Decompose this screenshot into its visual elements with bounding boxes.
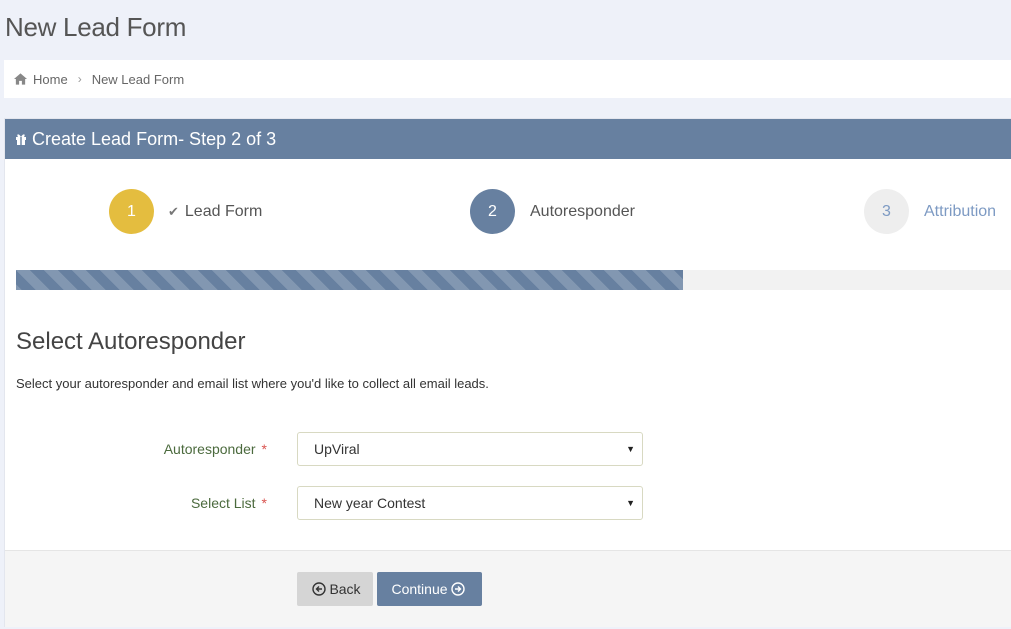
wizard-title: Create Lead Form- Step 2 of 3: [32, 128, 277, 149]
step-label: Lead Form: [184, 202, 263, 220]
wizard-steps: 1 ✔ Lead Form 2 Autoresponder 3 Attribut…: [5, 189, 1011, 235]
list-select[interactable]: New year Contest ▼: [297, 486, 643, 520]
caret-down-icon: ▼: [626, 444, 635, 454]
back-button[interactable]: Back: [297, 572, 373, 606]
caret-down-icon: ▼: [626, 498, 635, 508]
autoresponder-value: UpViral: [314, 441, 360, 457]
step-number: 1: [109, 189, 154, 234]
page-title: New Lead Form: [5, 12, 187, 42]
arrow-circle-right-icon: [450, 582, 465, 596]
step-number: 3: [864, 189, 909, 234]
breadcrumb-home-link[interactable]: Home: [33, 72, 68, 87]
breadcrumb-current: New Lead Form: [91, 71, 185, 87]
list-label: Select List *: [190, 495, 267, 511]
required-mark: *: [261, 441, 267, 457]
continue-button[interactable]: Continue: [377, 572, 482, 606]
progress-fill: [16, 270, 684, 290]
section-title: Select Autoresponder: [16, 328, 246, 355]
arrow-circle-left-icon: [312, 582, 327, 596]
autoresponder-label: Autoresponder *: [163, 441, 267, 457]
step-label: Attribution: [924, 202, 997, 220]
required-mark: *: [261, 495, 267, 511]
breadcrumb: Home › New Lead Form: [4, 60, 1011, 98]
back-label: Back: [329, 581, 361, 597]
section-description: Select your autoresponder and email list…: [16, 376, 489, 391]
continue-label: Continue: [391, 581, 448, 597]
home-icon: [14, 73, 27, 85]
list-row: Select List * New year Contest ▼: [5, 486, 1011, 520]
step-number: 2: [470, 189, 515, 234]
check-icon: ✔: [168, 203, 179, 219]
gift-icon: [16, 134, 26, 145]
chevron-right-icon: ›: [77, 72, 82, 86]
step-autoresponder[interactable]: 2 Autoresponder: [470, 189, 635, 234]
step-lead-form[interactable]: 1 ✔ Lead Form: [109, 189, 262, 234]
autoresponder-select[interactable]: UpViral ▼: [297, 432, 643, 466]
lead-form-wizard: Create Lead Form- Step 2 of 3 1 ✔ Lead F…: [4, 118, 1011, 627]
form-actions: Back Continue: [5, 550, 1011, 627]
list-value: New year Contest: [314, 495, 426, 511]
autoresponder-row: Autoresponder * UpViral ▼: [5, 432, 1011, 466]
step-attribution[interactable]: 3 Attribution: [864, 189, 996, 234]
step-label: Autoresponder: [530, 202, 635, 220]
wizard-progress-bar: [16, 270, 1011, 290]
wizard-header: Create Lead Form- Step 2 of 3: [5, 119, 1011, 159]
